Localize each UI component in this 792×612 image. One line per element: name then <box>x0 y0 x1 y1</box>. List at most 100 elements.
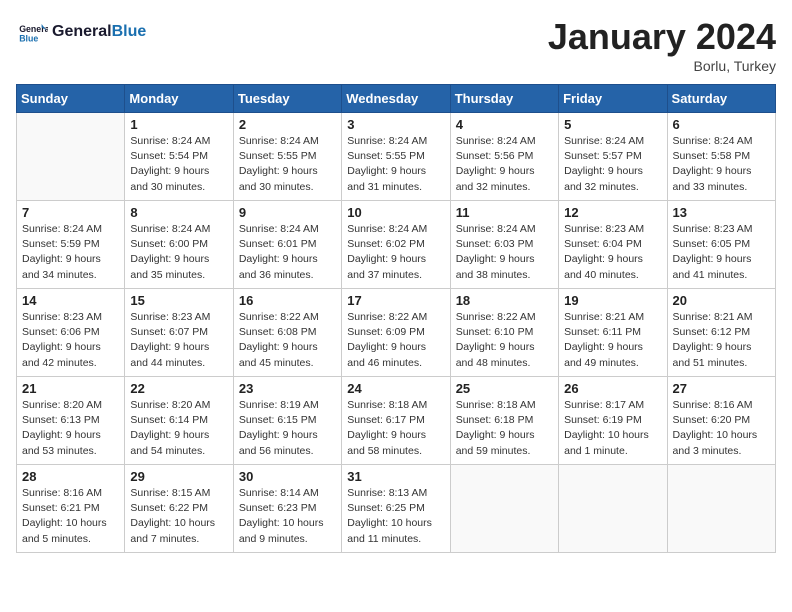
calendar-cell: 28 Sunrise: 8:16 AMSunset: 6:21 PMDayligh… <box>17 465 125 553</box>
day-info: Sunrise: 8:19 AMSunset: 6:15 PMDaylight:… <box>239 398 336 459</box>
day-number: 20 <box>673 293 770 308</box>
day-number: 30 <box>239 469 336 484</box>
day-info: Sunrise: 8:23 AMSunset: 6:05 PMDaylight:… <box>673 222 770 283</box>
day-info: Sunrise: 8:20 AMSunset: 6:13 PMDaylight:… <box>22 398 119 459</box>
day-number: 24 <box>347 381 444 396</box>
day-number: 26 <box>564 381 661 396</box>
day-info: Sunrise: 8:21 AMSunset: 6:11 PMDaylight:… <box>564 310 661 371</box>
day-number: 19 <box>564 293 661 308</box>
day-info: Sunrise: 8:24 AMSunset: 6:02 PMDaylight:… <box>347 222 444 283</box>
calendar-cell: 7 Sunrise: 8:24 AMSunset: 5:59 PMDaylight… <box>17 201 125 289</box>
calendar-cell <box>667 465 775 553</box>
svg-text:General: General <box>19 24 48 34</box>
calendar-cell: 3Sunrise: 8:24 AMSunset: 5:55 PMDaylight… <box>342 113 450 201</box>
calendar-table: SundayMondayTuesdayWednesdayThursdayFrid… <box>16 84 776 553</box>
calendar-cell: 26 Sunrise: 8:17 AMSunset: 6:19 PMDayligh… <box>559 377 667 465</box>
day-info: Sunrise: 8:24 AMSunset: 5:55 PMDaylight:… <box>347 134 444 195</box>
calendar-cell: 19 Sunrise: 8:21 AMSunset: 6:11 PMDayligh… <box>559 289 667 377</box>
calendar-week-3: 14 Sunrise: 8:23 AMSunset: 6:06 PMDayligh… <box>17 289 776 377</box>
day-info: Sunrise: 8:23 AMSunset: 6:04 PMDaylight:… <box>564 222 661 283</box>
calendar-cell: 16Sunrise: 8:22 AMSunset: 6:08 PMDayligh… <box>233 289 341 377</box>
day-info: Sunrise: 8:24 AMSunset: 5:54 PMDaylight:… <box>130 134 227 195</box>
location: Borlu, Turkey <box>548 58 776 74</box>
page-header: General Blue GeneralBlue January 2024 Bo… <box>16 16 776 74</box>
calendar-cell: 2Sunrise: 8:24 AMSunset: 5:55 PMDaylight… <box>233 113 341 201</box>
logo-blue: Blue <box>112 23 147 40</box>
calendar-cell: 4 Sunrise: 8:24 AMSunset: 5:56 PMDaylight… <box>450 113 558 201</box>
day-number: 4 <box>456 117 553 132</box>
calendar-cell <box>17 113 125 201</box>
day-number: 27 <box>673 381 770 396</box>
day-number: 10 <box>347 205 444 220</box>
day-number: 1 <box>130 117 227 132</box>
day-number: 17 <box>347 293 444 308</box>
day-info: Sunrise: 8:17 AMSunset: 6:19 PMDaylight:… <box>564 398 661 459</box>
calendar-header-wednesday: Wednesday <box>342 85 450 113</box>
day-number: 16 <box>239 293 336 308</box>
day-info: Sunrise: 8:15 AMSunset: 6:22 PMDaylight:… <box>130 486 227 547</box>
day-number: 28 <box>22 469 119 484</box>
day-info: Sunrise: 8:24 AMSunset: 5:55 PMDaylight:… <box>239 134 336 195</box>
day-info: Sunrise: 8:23 AMSunset: 6:07 PMDaylight:… <box>130 310 227 371</box>
calendar-cell: 18Sunrise: 8:22 AMSunset: 6:10 PMDayligh… <box>450 289 558 377</box>
day-info: Sunrise: 8:18 AMSunset: 6:17 PMDaylight:… <box>347 398 444 459</box>
calendar-cell: 9Sunrise: 8:24 AMSunset: 6:01 PMDaylight… <box>233 201 341 289</box>
day-number: 5 <box>564 117 661 132</box>
day-number: 31 <box>347 469 444 484</box>
day-info: Sunrise: 8:22 AMSunset: 6:09 PMDaylight:… <box>347 310 444 371</box>
calendar-cell: 25Sunrise: 8:18 AMSunset: 6:18 PMDayligh… <box>450 377 558 465</box>
calendar-cell: 21 Sunrise: 8:20 AMSunset: 6:13 PMDayligh… <box>17 377 125 465</box>
logo-general: General <box>52 23 112 40</box>
calendar-cell: 23 Sunrise: 8:19 AMSunset: 6:15 PMDayligh… <box>233 377 341 465</box>
calendar-week-4: 21 Sunrise: 8:20 AMSunset: 6:13 PMDayligh… <box>17 377 776 465</box>
day-number: 14 <box>22 293 119 308</box>
logo: General Blue GeneralBlue <box>16 16 146 48</box>
calendar-cell: 29 Sunrise: 8:15 AMSunset: 6:22 PMDayligh… <box>125 465 233 553</box>
day-number: 9 <box>239 205 336 220</box>
calendar-cell: 8Sunrise: 8:24 AMSunset: 6:00 PMDaylight… <box>125 201 233 289</box>
calendar-week-1: 1 Sunrise: 8:24 AMSunset: 5:54 PMDaylight… <box>17 113 776 201</box>
calendar-cell: 14 Sunrise: 8:23 AMSunset: 6:06 PMDayligh… <box>17 289 125 377</box>
calendar-cell: 27 Sunrise: 8:16 AMSunset: 6:20 PMDayligh… <box>667 377 775 465</box>
calendar-header-friday: Friday <box>559 85 667 113</box>
calendar-cell: 6Sunrise: 8:24 AMSunset: 5:58 PMDaylight… <box>667 113 775 201</box>
calendar-header-monday: Monday <box>125 85 233 113</box>
title-block: January 2024 Borlu, Turkey <box>548 16 776 74</box>
calendar-cell: 5 Sunrise: 8:24 AMSunset: 5:57 PMDaylight… <box>559 113 667 201</box>
calendar-cell: 13 Sunrise: 8:23 AMSunset: 6:05 PMDayligh… <box>667 201 775 289</box>
day-info: Sunrise: 8:13 AMSunset: 6:25 PMDaylight:… <box>347 486 444 547</box>
calendar-cell <box>559 465 667 553</box>
calendar-header-thursday: Thursday <box>450 85 558 113</box>
calendar-cell: 24 Sunrise: 8:18 AMSunset: 6:17 PMDayligh… <box>342 377 450 465</box>
day-info: Sunrise: 8:16 AMSunset: 6:20 PMDaylight:… <box>673 398 770 459</box>
day-number: 21 <box>22 381 119 396</box>
day-info: Sunrise: 8:24 AMSunset: 5:56 PMDaylight:… <box>456 134 553 195</box>
day-info: Sunrise: 8:24 AMSunset: 5:58 PMDaylight:… <box>673 134 770 195</box>
calendar-cell: 22Sunrise: 8:20 AMSunset: 6:14 PMDayligh… <box>125 377 233 465</box>
day-number: 11 <box>456 205 553 220</box>
svg-text:Blue: Blue <box>19 34 38 44</box>
day-number: 7 <box>22 205 119 220</box>
calendar-week-5: 28 Sunrise: 8:16 AMSunset: 6:21 PMDayligh… <box>17 465 776 553</box>
day-number: 8 <box>130 205 227 220</box>
calendar-body: 1 Sunrise: 8:24 AMSunset: 5:54 PMDaylight… <box>17 113 776 553</box>
day-info: Sunrise: 8:23 AMSunset: 6:06 PMDaylight:… <box>22 310 119 371</box>
month-title: January 2024 <box>548 16 776 58</box>
day-number: 23 <box>239 381 336 396</box>
calendar-week-2: 7 Sunrise: 8:24 AMSunset: 5:59 PMDaylight… <box>17 201 776 289</box>
day-info: Sunrise: 8:16 AMSunset: 6:21 PMDaylight:… <box>22 486 119 547</box>
calendar-cell: 17 Sunrise: 8:22 AMSunset: 6:09 PMDayligh… <box>342 289 450 377</box>
day-number: 12 <box>564 205 661 220</box>
calendar-header-tuesday: Tuesday <box>233 85 341 113</box>
calendar-cell: 10 Sunrise: 8:24 AMSunset: 6:02 PMDayligh… <box>342 201 450 289</box>
day-number: 29 <box>130 469 227 484</box>
calendar-header-saturday: Saturday <box>667 85 775 113</box>
day-number: 18 <box>456 293 553 308</box>
day-number: 22 <box>130 381 227 396</box>
day-number: 15 <box>130 293 227 308</box>
day-info: Sunrise: 8:18 AMSunset: 6:18 PMDaylight:… <box>456 398 553 459</box>
day-number: 13 <box>673 205 770 220</box>
calendar-cell: 30Sunrise: 8:14 AMSunset: 6:23 PMDayligh… <box>233 465 341 553</box>
day-info: Sunrise: 8:24 AMSunset: 5:57 PMDaylight:… <box>564 134 661 195</box>
day-info: Sunrise: 8:24 AMSunset: 5:59 PMDaylight:… <box>22 222 119 283</box>
